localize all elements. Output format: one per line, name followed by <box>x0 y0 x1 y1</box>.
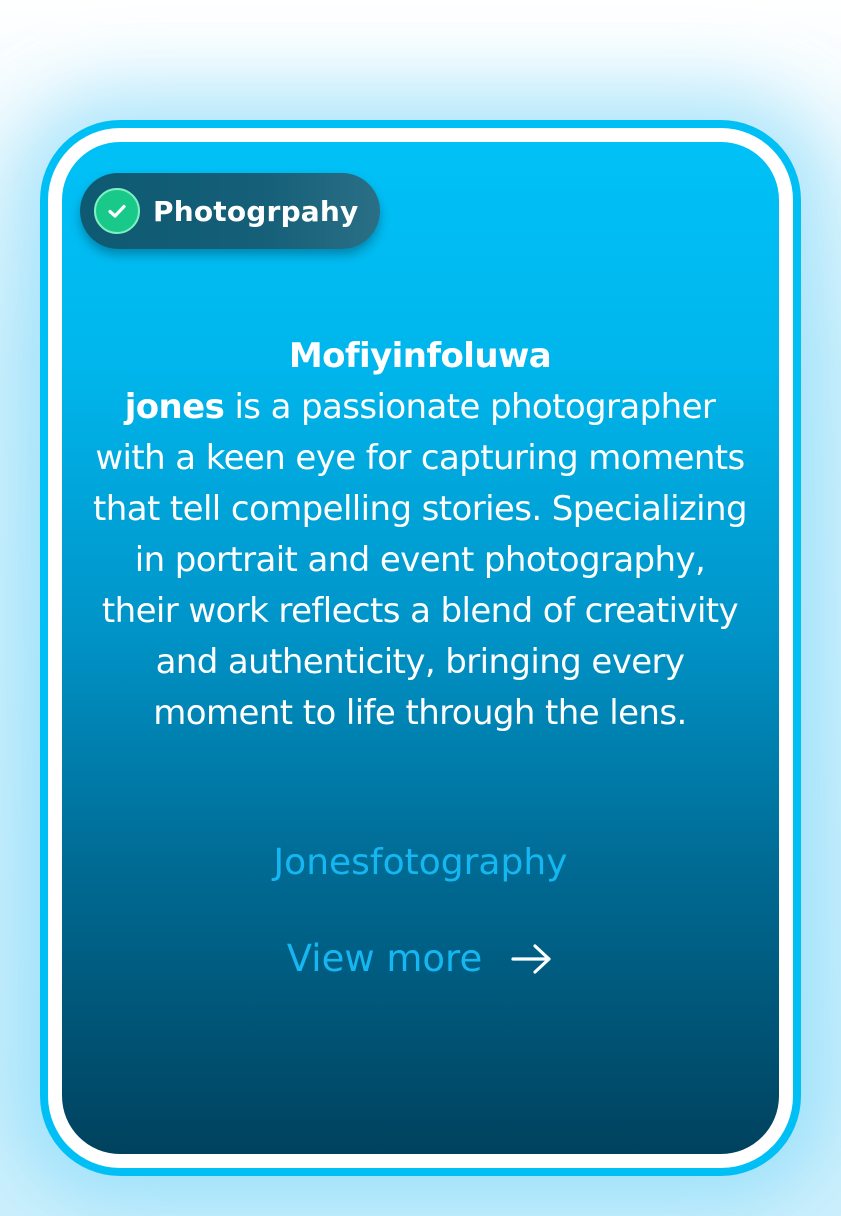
check-circle-icon <box>94 188 140 234</box>
bio-text: Mofiyinfoluwa jones is a passionate photo… <box>92 331 748 739</box>
name-first: Mofiyinfoluwa <box>288 336 552 376</box>
card-border: Photogrpahy Mofiyinfoluwa jones is a pass… <box>48 128 793 1168</box>
category-label: Photogrpahy <box>153 194 359 228</box>
arrow-right-icon <box>510 941 554 977</box>
category-badge[interactable]: Photogrpahy <box>80 173 380 249</box>
handle-link[interactable]: Jonesfotography <box>62 838 779 888</box>
card-body: Photogrpahy Mofiyinfoluwa jones is a pass… <box>62 142 779 1154</box>
view-more-label: View more <box>286 937 483 980</box>
bio-description: is a passionate photographer with a keen… <box>93 387 747 733</box>
name-last: jones <box>124 387 225 427</box>
profile-card: Photogrpahy Mofiyinfoluwa jones is a pass… <box>40 120 801 1176</box>
view-more-button[interactable]: View more <box>62 934 779 984</box>
